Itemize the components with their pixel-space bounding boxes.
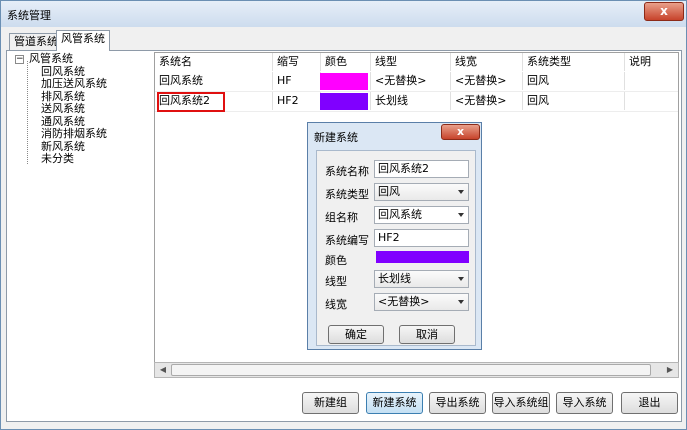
group-name-value: 回风系统 [378,208,422,221]
col-header-desc[interactable]: 说明 [625,53,678,71]
chevron-down-icon [458,213,464,217]
new-group-button[interactable]: 新建组 [302,392,359,414]
col-header-linetype[interactable]: 线型 [371,53,451,71]
cell-abbr: HF [273,72,321,90]
linewidth-label: 线宽 [325,298,347,311]
linetype-select[interactable]: 长划线 [374,270,469,288]
color-swatch [320,93,368,110]
cell-name: 回风系统 [155,72,273,90]
cell-linewidth: <无替换> [451,92,523,110]
system-type-select[interactable]: 回风 [374,183,469,201]
export-system-button[interactable]: 导出系统 [429,392,486,414]
dialog-body [316,150,476,346]
linetype-label: 线型 [325,275,347,288]
col-header-name[interactable]: 系统名 [155,53,273,71]
tree-root-duct-system[interactable]: − 风管系统 [11,52,151,66]
collapse-icon[interactable]: − [15,55,24,64]
chevron-down-icon [458,300,464,304]
system-abbr-input[interactable]: HF2 [374,229,469,247]
system-type-label: 系统类型 [325,188,369,201]
cell-color [320,72,371,90]
cell-color [320,92,371,110]
tree-root-label: 风管系统 [29,52,73,65]
group-name-combobox[interactable]: 回风系统 [374,206,469,224]
import-system-button[interactable]: 导入系统 [556,392,613,414]
dialog-title: 新建系统 [314,131,358,144]
cell-desc [625,92,678,110]
window-title: 系统管理 [7,9,51,22]
exit-button[interactable]: 退出 [621,392,678,414]
col-header-abbr[interactable]: 缩写 [273,53,321,71]
scroll-left-icon[interactable]: ◀ [155,363,171,377]
chevron-down-icon [458,190,464,194]
cell-linewidth: <无替换> [451,72,523,90]
col-header-linewidth[interactable]: 线宽 [451,53,523,71]
import-system-group-button[interactable]: 导入系统组 [492,392,550,414]
tree-item[interactable]: 消防排烟系统 [11,127,151,141]
scroll-right-icon[interactable]: ▶ [662,363,678,377]
system-name-input[interactable]: 回风系统2 [374,160,469,178]
new-system-dialog: 新建系统 x 系统名称 回风系统2 系统类型 回风 组名称 回风系统 系统编写 … [307,122,482,350]
ok-button[interactable]: 确定 [328,325,384,344]
tab-duct-system[interactable]: 风管系统 [56,30,110,51]
col-header-color[interactable]: 颜色 [321,53,371,71]
system-type-value: 回风 [378,185,400,198]
linetype-value: 长划线 [378,272,411,285]
cell-desc [625,72,678,90]
color-label: 颜色 [325,254,347,267]
color-picker-swatch[interactable] [376,251,469,263]
color-swatch [320,73,368,90]
horizontal-scrollbar[interactable]: ◀ ▶ [154,362,679,378]
table-row[interactable]: 回风系统 HF <无替换> <无替换> 回风 [155,72,678,92]
scrollbar-thumb[interactable] [171,364,651,376]
cancel-button[interactable]: 取消 [399,325,455,344]
grid-header: 系统名 缩写 颜色 线型 线宽 系统类型 说明 [155,53,678,71]
group-name-label: 组名称 [325,211,358,224]
cell-linetype: 长划线 [371,92,451,110]
tab-pipe-system[interactable]: 管道系统 [9,33,63,51]
tree-item[interactable]: 新风系统 [11,140,151,154]
title-bar: 系统管理 x [1,1,686,27]
window-close-button[interactable]: x [644,2,684,21]
system-tree: − 风管系统 回风系统 加压送风系统 排风系统 送风系统 通风系统 消防排烟系统… [11,52,151,166]
new-system-button[interactable]: 新建系统 [366,392,423,414]
cell-type: 回风 [523,72,625,90]
tree-item[interactable]: 送风系统 [11,102,151,116]
highlight-box [157,92,225,112]
linewidth-select[interactable]: <无替换> [374,293,469,311]
tree-item[interactable]: 未分类 [11,152,151,166]
chevron-down-icon [458,277,464,281]
system-name-label: 系统名称 [325,165,369,178]
tree-item[interactable]: 加压送风系统 [11,77,151,91]
dialog-close-button[interactable]: x [441,124,480,140]
cell-linetype: <无替换> [371,72,451,90]
linewidth-value: <无替换> [378,295,430,308]
cell-abbr: HF2 [273,92,321,110]
table-row[interactable]: 回风系统2 HF2 长划线 <无替换> 回风 [155,92,678,112]
col-header-type[interactable]: 系统类型 [523,53,625,71]
system-manager-window: 系统管理 x 管道系统 风管系统 − 风管系统 回风系统 加压送风系统 排风系统… [0,0,687,430]
system-abbr-label: 系统编写 [325,234,369,247]
cell-type: 回风 [523,92,625,110]
